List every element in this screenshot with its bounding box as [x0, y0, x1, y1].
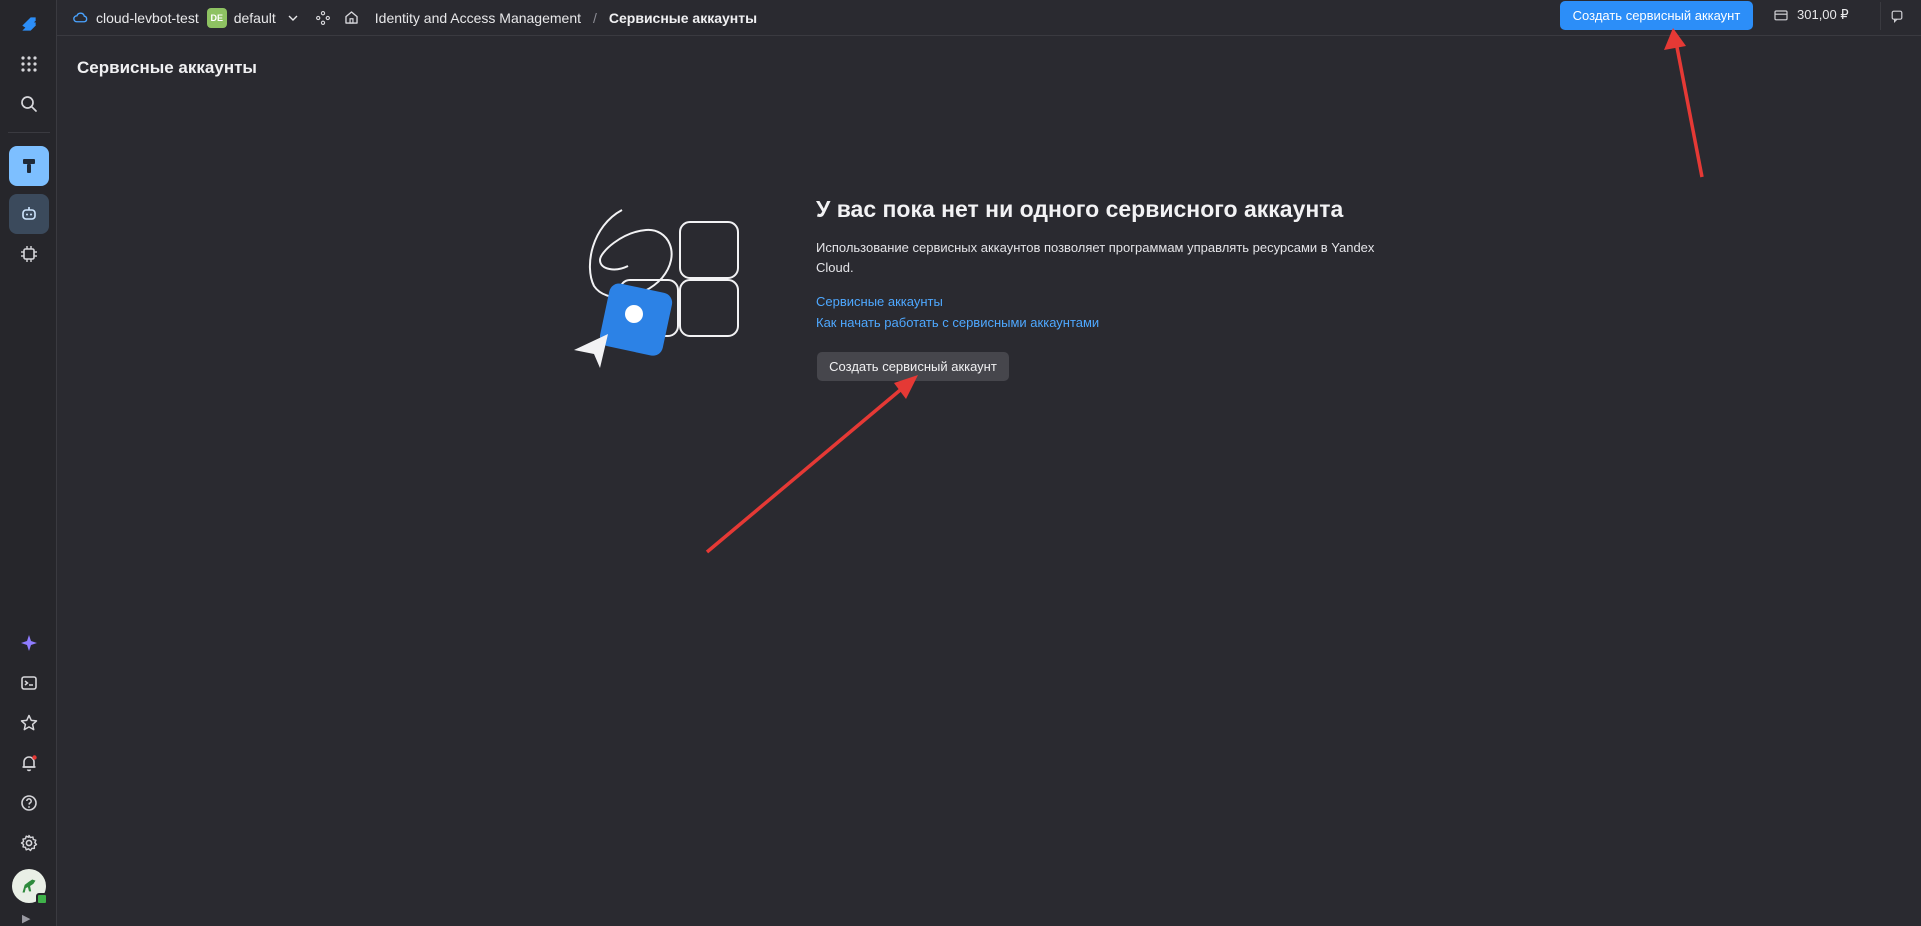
annotation-arrows: [705, 28, 1704, 554]
page-title: Сервисные аккаунты: [77, 58, 257, 77]
sidebar-divider: [8, 132, 50, 133]
folder-name: default: [233, 9, 276, 26]
ai-sparkle-icon[interactable]: [9, 623, 49, 663]
bell-icon[interactable]: [9, 743, 49, 783]
search-icon[interactable]: [9, 84, 49, 124]
link-service-accounts-docs[interactable]: Сервисные аккаунты: [816, 294, 943, 309]
expand-sidebar-icon[interactable]: ▶: [22, 912, 30, 925]
terminal-icon[interactable]: [9, 663, 49, 703]
folder-badge: DE: [206, 7, 227, 28]
cloud-name: cloud-levbot-test: [96, 9, 199, 26]
chevron-down-icon: [285, 10, 301, 26]
iam-icon[interactable]: [9, 146, 49, 186]
online-status-badge: [36, 893, 48, 905]
empty-state-illustration: [574, 209, 739, 368]
cloud-icon: [72, 9, 89, 26]
avatar[interactable]: [12, 869, 48, 905]
annotation-arrow-center: [705, 384, 907, 554]
folder-selector[interactable]: DE default: [199, 7, 301, 28]
balance-value: 301,00 ₽: [1797, 7, 1849, 22]
logo-icon[interactable]: [9, 4, 49, 44]
robot-icon[interactable]: [9, 194, 49, 234]
breadcrumb-separator: /: [593, 9, 597, 26]
gear-icon[interactable]: [9, 823, 49, 863]
home-icon[interactable]: [343, 9, 360, 26]
help-icon[interactable]: [9, 783, 49, 823]
create-service-account-button-top[interactable]: Создать сервисный аккаунт: [1560, 1, 1753, 30]
billing-balance[interactable]: 301,00 ₽: [1773, 7, 1849, 23]
sidebar: ▶: [0, 0, 57, 926]
create-service-account-button[interactable]: Создать сервисный аккаунт: [817, 352, 1009, 381]
empty-state-title: У вас пока нет ни одного сервисного акка…: [816, 196, 1344, 222]
feedback-icon[interactable]: [1880, 2, 1912, 30]
breadcrumb-service[interactable]: Identity and Access Management: [375, 10, 581, 26]
breadcrumb-current: Сервисные аккаунты: [608, 9, 758, 26]
service-map-icon[interactable]: [315, 10, 331, 26]
wallet-icon: [1774, 10, 1788, 21]
annotation-arrow-top: [1674, 41, 1704, 178]
star-icon[interactable]: [9, 703, 49, 743]
link-getting-started[interactable]: Как начать работать с сервисными аккаунт…: [816, 315, 1099, 330]
cloud-selector[interactable]: cloud-levbot-test: [57, 9, 199, 26]
empty-state-description: Использование сервисных аккаунтов позвол…: [816, 240, 1375, 275]
cpu-icon[interactable]: [9, 234, 49, 274]
apps-icon[interactable]: [9, 44, 49, 84]
